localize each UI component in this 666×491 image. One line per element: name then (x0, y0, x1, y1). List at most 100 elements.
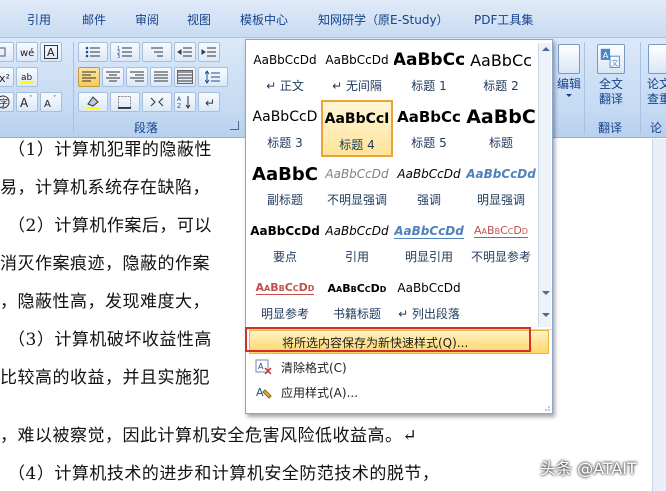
style-sample-text: AaBbCcDd (394, 223, 464, 239)
style-tile[interactable]: AaBbCcDd ↵ 无间隔 (321, 43, 393, 100)
svg-text:↵: ↵ (205, 96, 215, 109)
align-center-icon[interactable] (102, 67, 124, 87)
svg-text:A: A (177, 96, 182, 103)
enclosed-character-icon[interactable]: 字 (0, 92, 14, 112)
bullets-icon[interactable] (78, 42, 108, 62)
style-tile[interactable]: AaBbCcD 标题 3 (249, 100, 321, 157)
style-sample: AaBbC (250, 157, 320, 191)
paragraph-row-3: AZ ↵ (78, 92, 222, 114)
decrease-indent-icon[interactable] (174, 42, 196, 62)
style-tile[interactable]: AaBbCcDd 明显引用 (393, 214, 465, 271)
clear-formatting-item[interactable]: A 清除格式(C) (249, 355, 549, 379)
show-marks-icon[interactable]: ↵ (198, 92, 220, 112)
doc-line: （3）计算机破坏收益性高 (8, 330, 212, 350)
shrink-font-icon[interactable]: Aˇ (40, 92, 62, 112)
style-sample-text: AaBbCcDd (325, 167, 389, 181)
blank-icon (254, 332, 276, 352)
group-separator (584, 42, 585, 134)
increase-indent-icon[interactable] (198, 42, 220, 62)
style-sample-text: AaBbCc (470, 50, 532, 70)
apply-styles-item[interactable]: A 应用样式(A)... (249, 380, 549, 404)
style-name: 副标题 (266, 193, 303, 207)
gallery-scrollbar[interactable] (538, 43, 551, 327)
menu-mailings[interactable]: 邮件 (82, 11, 106, 28)
style-tile[interactable]: AaBbCcDd 不明显强调 (321, 157, 393, 214)
chinese-layout-icon[interactable] (142, 92, 172, 112)
style-tile[interactable]: AaBbC 标题 (465, 100, 537, 157)
style-sample: AaBbCcI (323, 102, 391, 136)
menu-cnki-study[interactable]: 知网研学（原E-Study） (318, 11, 449, 28)
vertical-scrollbar[interactable] (652, 139, 666, 491)
style-tile[interactable]: AaBbCc 标题 5 (393, 100, 465, 157)
multilevel-list-icon[interactable] (142, 42, 172, 62)
style-name: 标题 3 (267, 136, 303, 150)
style-tile[interactable]: AaBbCcDd 引用 (321, 214, 393, 271)
save-selection-as-quick-style-item[interactable]: 将所选内容保存为新快速样式(Q)... (249, 330, 549, 354)
style-sample: AaBbCcDd (250, 271, 320, 305)
align-right-icon[interactable] (126, 67, 148, 87)
scroll-down-icon[interactable] (542, 291, 550, 295)
fulltext-translate-button[interactable]: A文 全文 翻译 (588, 44, 634, 116)
font-size-icon[interactable] (0, 42, 14, 62)
watermark: 头条 @ATAIT (540, 459, 637, 478)
grow-font-icon[interactable]: Aˆ (16, 92, 38, 112)
svg-text:文: 文 (611, 58, 619, 68)
menu-bar: 引用 邮件 审阅 视图 模板中心 知网研学（原E-Study） PDF工具集 (0, 0, 666, 38)
sort-icon[interactable]: AZ (174, 92, 196, 112)
resize-grip-icon[interactable] (542, 405, 551, 413)
style-tile[interactable]: AaBbCcDd 不明显参考 (465, 214, 537, 271)
scroll-up-icon[interactable] (542, 47, 550, 51)
style-tile[interactable]: AaBbCcDd ↵ 正文 (249, 43, 321, 100)
style-grid: AaBbCcDd ↵ 正文 AaBbCcDd ↵ 无间隔 AaBbCc 标题 1 AaBbC… (249, 43, 537, 327)
style-tile[interactable]: AaBbC 副标题 (249, 157, 321, 214)
style-tile[interactable]: AaBbCc 标题 2 (465, 43, 537, 100)
menu-template-center[interactable]: 模板中心 (240, 11, 288, 28)
line-spacing-icon[interactable] (198, 67, 228, 87)
find-icon (558, 44, 580, 74)
style-sample-text: AaBbCcI (324, 111, 390, 127)
style-sample: AaBbCcDd (394, 214, 464, 248)
paragraph-dialog-launcher-icon[interactable] (230, 121, 239, 130)
numbering-icon[interactable]: 123 (110, 42, 140, 62)
style-name: 不明显参考 (470, 250, 531, 264)
style-sample-text: AaBbCcD (252, 109, 318, 125)
menu-review[interactable]: 审阅 (135, 11, 159, 28)
superscript-icon[interactable]: x² (0, 67, 14, 87)
doc-line: ，隐蔽性高，发现难度大， (0, 292, 210, 312)
style-sample: AaBbC (466, 100, 536, 134)
apply-styles-icon: A (253, 382, 275, 402)
style-tile[interactable]: AaBbCcDd ↵ 列出段落 (393, 271, 465, 328)
align-left-icon[interactable] (78, 67, 100, 87)
menu-pdf-tools[interactable]: PDF工具集 (474, 11, 533, 28)
doc-line: 消灭作案痕迹，隐蔽的作案 (0, 254, 210, 274)
character-border-icon[interactable]: A (40, 42, 62, 62)
menu-view[interactable]: 视图 (187, 11, 211, 28)
expand-icon[interactable] (542, 313, 550, 317)
distributed-icon[interactable] (174, 67, 196, 87)
style-tile[interactable]: AaBbCcI 标题 4 (321, 100, 393, 157)
quick-styles-gallery: AaBbCcDd ↵ 正文 AaBbCcDd ↵ 无间隔 AaBbCc 标题 1 AaBbC… (245, 39, 553, 414)
style-name: ↵ 正文 (266, 79, 304, 93)
style-sample-text: AaBbCcDd (325, 224, 389, 238)
style-sample-text: AaBbC (466, 106, 536, 128)
borders-icon[interactable] (110, 92, 140, 112)
style-tile[interactable]: AaBbCcDd 要点 (249, 214, 321, 271)
menu-references[interactable]: 引用 (27, 11, 51, 28)
justify-icon[interactable] (150, 67, 172, 87)
style-tile[interactable]: AaBbCcDd 明显参考 (249, 271, 321, 328)
style-sample: AaBbCc (394, 100, 464, 134)
style-tile[interactable]: AaBbCcDd 强调 (393, 157, 465, 214)
style-name: ↵ 列出段落 (398, 307, 460, 321)
doc-line: （1）计算机犯罪的隐蔽性 (8, 140, 212, 160)
style-tile[interactable]: AaBbCcDd 书籍标题 (321, 271, 393, 328)
text-highlight-icon[interactable]: ab (16, 67, 38, 87)
style-sample-text: AaBbCcDd (397, 167, 461, 181)
style-name: 书籍标题 (332, 307, 381, 321)
svg-text:ˆ: ˆ (29, 95, 33, 103)
svg-text:A: A (603, 50, 609, 60)
phonetic-guide-icon[interactable]: wé (16, 42, 38, 62)
style-tile[interactable]: AaBbCc 标题 1 (393, 43, 465, 100)
shading-icon[interactable] (78, 92, 108, 112)
thesis-check-button[interactable]: 论文 查重 (644, 44, 666, 116)
style-tile[interactable]: AaBbCcDd 明显强调 (465, 157, 537, 214)
